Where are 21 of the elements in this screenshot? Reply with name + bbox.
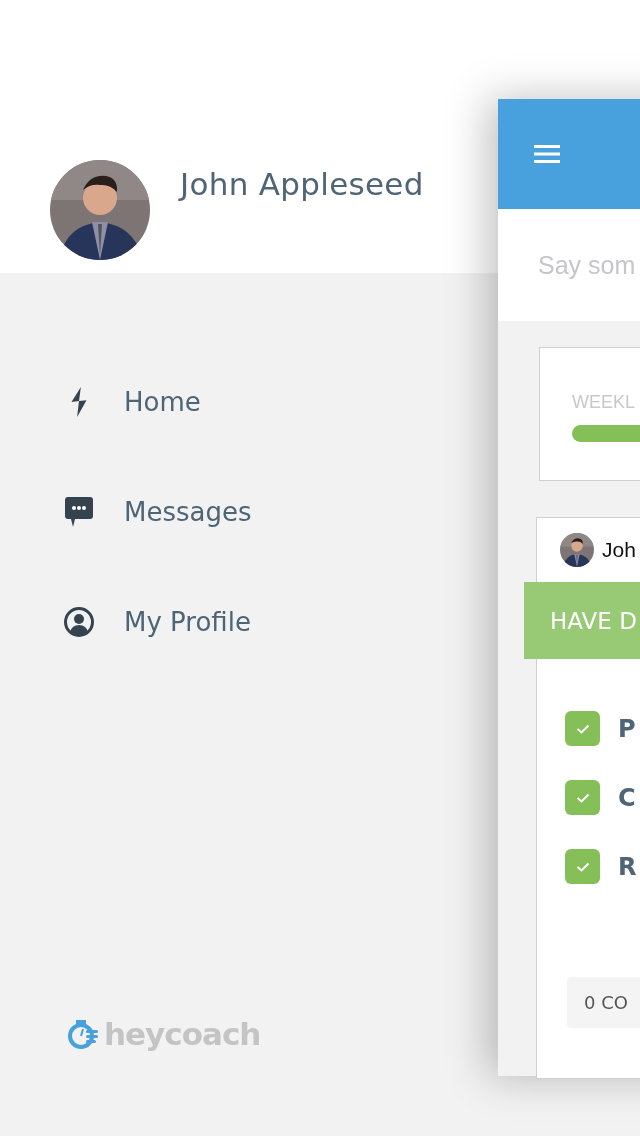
checkbox[interactable] bbox=[565, 780, 600, 815]
chat-icon bbox=[64, 497, 94, 527]
checkbox[interactable] bbox=[565, 849, 600, 884]
checkbox[interactable] bbox=[565, 711, 600, 746]
menu-item[interactable]: Messages bbox=[64, 495, 284, 529]
user-icon bbox=[64, 607, 94, 637]
menu-item[interactable]: My Profile bbox=[64, 605, 284, 639]
menu-icon[interactable] bbox=[534, 144, 560, 164]
check-icon bbox=[575, 723, 590, 734]
user-name: John Appleseed bbox=[180, 166, 424, 202]
task-label: R bbox=[618, 852, 637, 881]
post-banner: HAVE D bbox=[524, 582, 640, 659]
task-label: P bbox=[618, 714, 636, 743]
message-field[interactable]: Say som bbox=[538, 250, 640, 280]
comments-button[interactable]: 0 CO bbox=[567, 977, 640, 1028]
stopwatch-icon bbox=[68, 1018, 100, 1050]
menu-item[interactable]: Home bbox=[64, 385, 284, 419]
check-icon bbox=[575, 792, 590, 803]
task-label: C bbox=[618, 783, 636, 812]
author-name: Joh bbox=[602, 538, 636, 562]
check-icon bbox=[575, 861, 590, 872]
